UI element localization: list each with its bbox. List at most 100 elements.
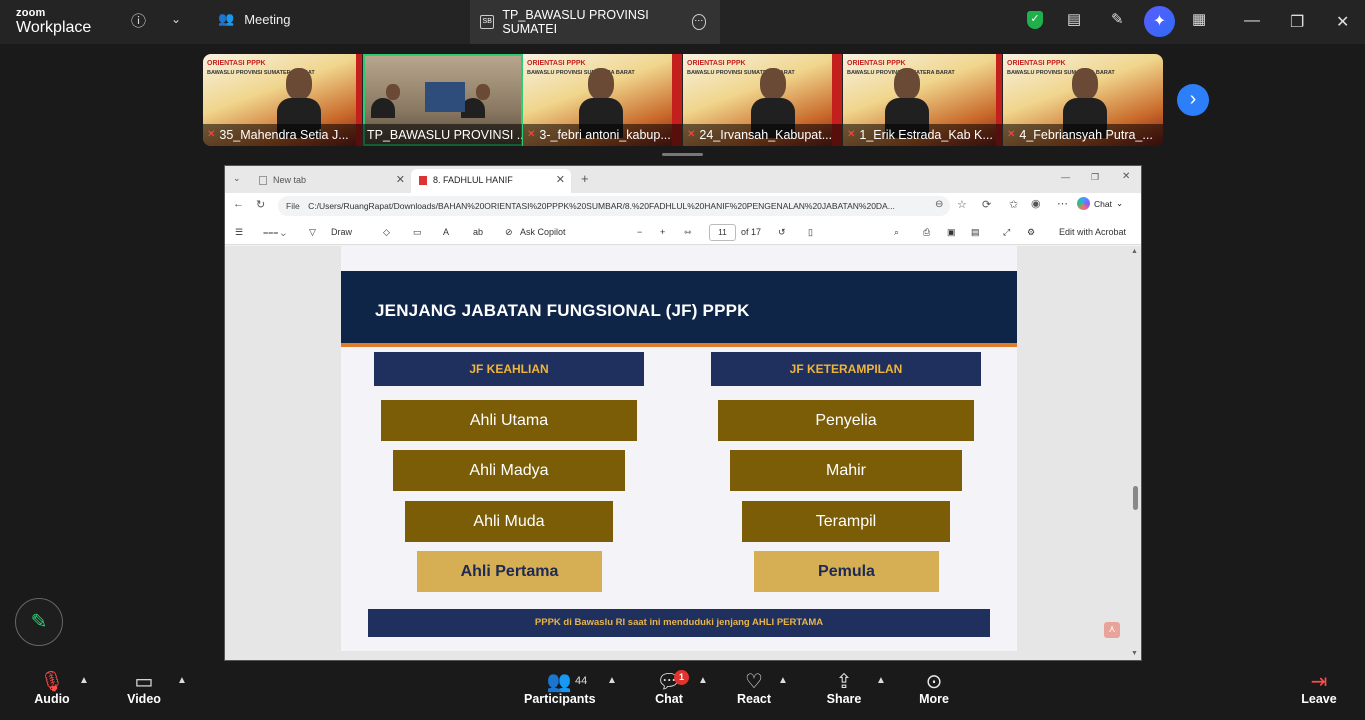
browser-restore-icon[interactable]: ❐ [1091, 172, 1099, 183]
read-aloud-icon[interactable]: A [443, 227, 449, 237]
participant-name: 1_Erik Estrada_Kab K... [859, 128, 993, 142]
refresh-icon[interactable]: ↻ [256, 198, 265, 211]
participant-tile[interactable]: ORIENTASI PPPK BAWASLU PROVINSI SUMATERA… [523, 54, 683, 146]
chat-label: Chat [655, 692, 683, 706]
zoom-in-icon[interactable]: + [660, 227, 665, 237]
whiteboard-pen-icon[interactable]: ✎ [1111, 10, 1124, 28]
copilot-icon [1077, 197, 1090, 210]
encryption-shield-icon[interactable]: ✓ [1027, 11, 1043, 29]
tab-new[interactable]: New tab ✕ [251, 169, 411, 193]
level-box-highlight: Pemula [754, 551, 939, 592]
pdf-viewport[interactable]: JENJANG JABATAN FUNGSIONAL (JF) PPPK JF … [225, 246, 1141, 660]
page-number-input[interactable]: 11 [709, 224, 736, 241]
contents-icon[interactable]: ☰ [235, 227, 243, 238]
favorites-icon[interactable]: ✩ [1009, 198, 1018, 211]
chevron-down-icon[interactable]: ⌄ [171, 12, 181, 26]
video-options-caret-icon[interactable]: ▲ [177, 675, 187, 686]
rotate-icon[interactable]: ↺ [778, 227, 786, 238]
pdf-icon [419, 176, 427, 185]
participant-name: 3-_febri antoni_kabup... [539, 128, 671, 142]
react-caret-icon[interactable]: ▲ [778, 675, 788, 686]
screen-share-icon: SB [480, 15, 495, 29]
text-box-icon[interactable]: ▭ [413, 227, 422, 238]
pdf-slide: JENJANG JABATAN FUNGSIONAL (JF) PPPK JF … [341, 246, 1017, 651]
participant-tile-active[interactable]: TP_BAWASLU PROVINSI ... [363, 54, 523, 146]
tab-pdf[interactable]: 8. FADHLUL HANIF PENGENALAN ✕ [411, 169, 571, 207]
back-arrow-icon[interactable]: ← [233, 198, 244, 210]
draw-label[interactable]: Draw [331, 227, 352, 237]
share-button[interactable]: ⇪ Share [822, 661, 866, 720]
favorite-star-icon[interactable]: ☆ [957, 198, 967, 211]
scroll-down-icon[interactable]: ▼ [1131, 650, 1138, 657]
gallery-next-button[interactable]: › [1177, 84, 1209, 116]
search-icon[interactable]: ⌕ [894, 227, 899, 238]
resize-grabber[interactable] [662, 153, 703, 156]
participants-button[interactable]: 👥 Participants [524, 661, 596, 720]
room-screen [425, 82, 465, 112]
translate-icon[interactable]: ab [473, 227, 483, 237]
level-box: Ahli Madya [393, 450, 625, 491]
ai-companion-icon[interactable]: ✦ [1144, 6, 1175, 37]
participant-tile[interactable]: ORIENTASI PPPK BAWASLU PROVINSI SUMATERA… [203, 54, 363, 146]
scrollbar-thumb[interactable] [1133, 486, 1138, 510]
share-caret-icon[interactable]: ▲ [876, 675, 886, 686]
zoom-out-icon[interactable]: − [637, 227, 642, 237]
participant-name: 35_Mahendra Setia J... [219, 128, 349, 142]
leave-button[interactable]: ⇥ Leave [1298, 661, 1340, 720]
copilot-chat-button[interactable]: Chat ⌄ [1077, 197, 1123, 210]
info-icon[interactable]: ⓘ [131, 10, 146, 31]
fit-page-icon[interactable]: ⇿ [684, 227, 692, 238]
acrobat-float-icon[interactable]: ⋏ [1104, 622, 1120, 638]
chat-caret-icon[interactable]: ▲ [698, 675, 708, 686]
page-view-icon[interactable]: ▯ [808, 227, 813, 238]
participant-tile[interactable]: ORIENTASI PPPK BAWASLU PROVINSI SUMATERA… [843, 54, 1003, 146]
edit-with-acrobat-button[interactable]: Edit with Acrobat [1059, 227, 1126, 237]
meeting-tab[interactable]: 👥 Meeting [218, 11, 290, 27]
more-options-icon[interactable]: ⋯ [691, 14, 706, 30]
eraser-icon[interactable]: ◇ [383, 227, 390, 238]
minimize-icon[interactable]: — [1244, 12, 1260, 30]
save-icon[interactable]: ▣ [947, 227, 956, 238]
column-header-keterampilan: JF KETERAMPILAN [711, 352, 981, 386]
notes-icon[interactable]: ▤ [1067, 10, 1081, 28]
column-header-keahlian: JF KEAHLIAN [374, 352, 644, 386]
highlight-icon[interactable]: ⩶ ⌄ [263, 227, 286, 238]
profile-avatar-icon[interactable]: ◉ [1031, 197, 1041, 210]
browser-close-icon[interactable]: ✕ [1122, 171, 1130, 182]
scroll-up-icon[interactable]: ▲ [1131, 248, 1138, 255]
share-tab[interactable]: SB TP_BAWASLU PROVINSI SUMATEI ⋯ [470, 0, 720, 44]
restore-icon[interactable]: ❐ [1290, 12, 1304, 32]
audio-options-caret-icon[interactable]: ▲ [79, 675, 89, 686]
ask-copilot-button[interactable]: Ask Copilot [520, 227, 566, 237]
save-as-icon[interactable]: ▤ [971, 227, 980, 238]
audio-button[interactable]: 🎙︎ Audio [30, 661, 74, 720]
print-icon[interactable]: ⎙ [923, 227, 930, 238]
pdf-scrollbar[interactable]: ▲ ▼ [1130, 246, 1141, 660]
tab-list-chevron-icon[interactable]: ⌄ [233, 173, 241, 184]
draw-icon[interactable]: ▽ [309, 227, 316, 238]
react-button[interactable]: ♡ React [732, 661, 776, 720]
address-input[interactable]: File C:/Users/RuangRapat/Downloads/BAHAN… [278, 196, 950, 216]
participants-caret-icon[interactable]: ▲ [607, 675, 617, 686]
zoom-out-search-icon[interactable]: ⊖ [935, 199, 943, 210]
page-total: of 17 [741, 227, 762, 237]
file-scheme-label: File [286, 201, 300, 211]
new-tab-plus-icon[interactable]: + [581, 171, 589, 186]
close-icon[interactable]: ✕ [1336, 12, 1349, 32]
muted-mic-icon: 🎙︎ [39, 671, 65, 693]
browser-menu-icon[interactable]: ⋯ [1057, 197, 1068, 210]
participant-tile[interactable]: ORIENTASI PPPK BAWASLU PROVINSI SUMATERA… [1003, 54, 1163, 146]
browser-minimize-icon[interactable]: — [1061, 172, 1070, 182]
extensions-icon[interactable]: ⟳ [982, 198, 991, 211]
close-tab-icon[interactable]: ✕ [556, 169, 565, 191]
participant-tile[interactable]: ORIENTASI PPPK BAWASLU PROVINSI SUMATERA… [683, 54, 843, 146]
video-button[interactable]: ▭ Video [122, 661, 166, 720]
fullscreen-icon[interactable]: ⤢ [1003, 227, 1010, 238]
more-button[interactable]: ⊙ More [914, 661, 954, 720]
settings-icon[interactable]: ⚙ [1027, 227, 1035, 238]
apps-grid-icon[interactable]: ▦ [1192, 10, 1206, 28]
tile-banner: ORIENTASI PPPK [527, 60, 586, 67]
level-box: Ahli Muda [405, 501, 613, 542]
annotate-pen-button[interactable]: ✎ [15, 598, 63, 646]
close-tab-icon[interactable]: ✕ [396, 169, 405, 191]
